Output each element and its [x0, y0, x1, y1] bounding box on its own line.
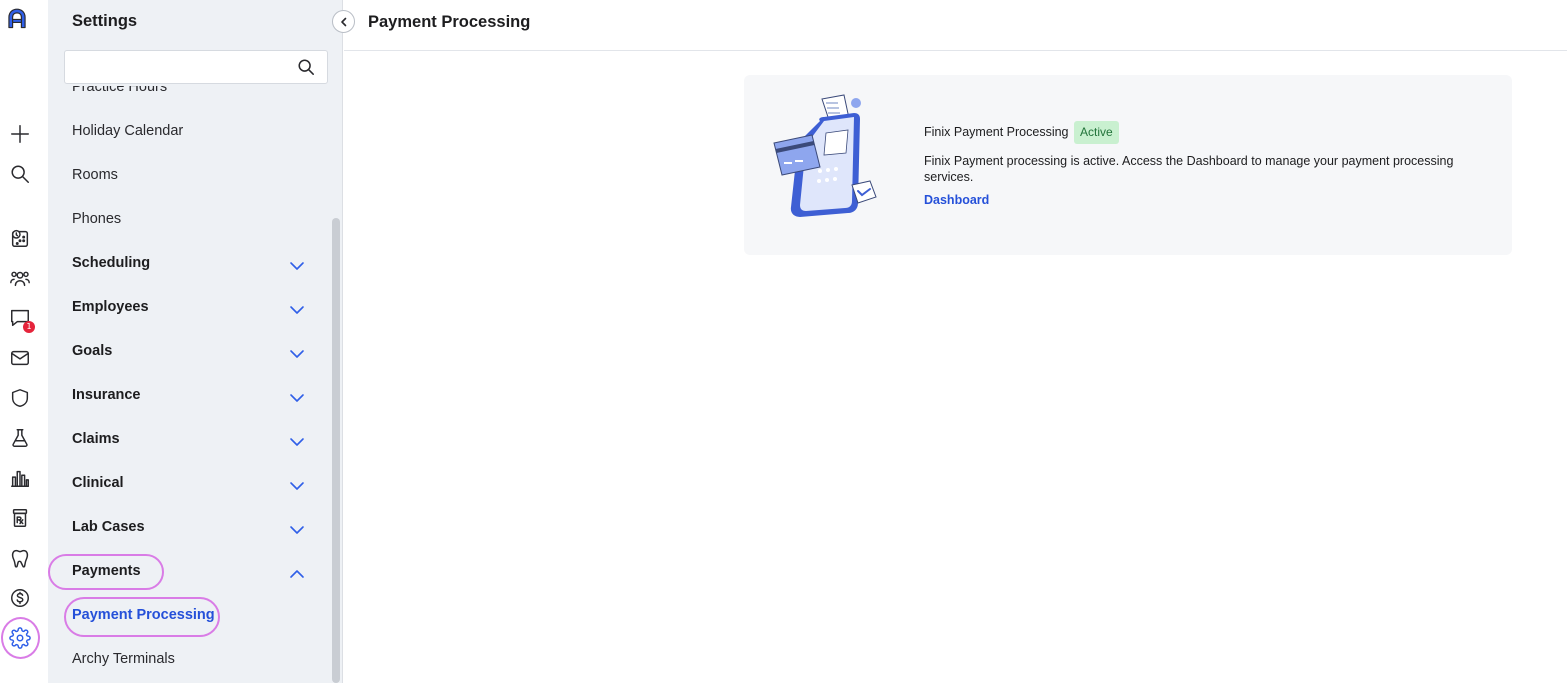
- messages-badge: 1: [23, 321, 35, 333]
- settings-search-input[interactable]: [75, 52, 295, 82]
- chevron-up-icon[interactable]: [289, 566, 305, 578]
- sidebar-scrollbar[interactable]: [332, 218, 340, 683]
- chevron-down-icon[interactable]: [289, 346, 305, 358]
- prescription-icon[interactable]: [8, 506, 32, 530]
- chevron-down-icon[interactable]: [289, 390, 305, 402]
- sidebar-item-rooms[interactable]: Rooms: [72, 167, 118, 183]
- sidebar-group-clinical[interactable]: Clinical: [72, 475, 124, 491]
- chevron-down-icon[interactable]: [289, 258, 305, 270]
- search-icon[interactable]: [297, 58, 317, 78]
- sidebar-item-archy-terminals[interactable]: Archy Terminals: [72, 651, 175, 667]
- schedule-icon[interactable]: [8, 226, 32, 250]
- billing-dollar-icon[interactable]: [8, 586, 32, 610]
- sidebar-group-lab-cases[interactable]: Lab Cases: [72, 519, 145, 535]
- search-icon[interactable]: [8, 162, 32, 186]
- sidebar-item-payment-processing[interactable]: Payment Processing: [72, 607, 215, 623]
- sidebar-group-goals[interactable]: Goals: [72, 343, 112, 359]
- processor-name: Finix Payment Processing: [924, 125, 1069, 139]
- settings-sidebar: Practice Hours Holiday Calendar Rooms Ph…: [48, 0, 343, 683]
- payment-processor-card: Finix Payment Processing Active Finix Pa…: [744, 75, 1512, 255]
- chevron-down-icon[interactable]: [289, 434, 305, 446]
- page-title: Payment Processing: [368, 13, 531, 31]
- chevron-down-icon[interactable]: [289, 522, 305, 534]
- sidebar-item-phones[interactable]: Phones: [72, 211, 121, 227]
- sidebar-title: Settings: [72, 12, 138, 30]
- chevron-left-icon: [340, 17, 346, 26]
- shield-icon[interactable]: [8, 386, 32, 410]
- sidebar-group-scheduling[interactable]: Scheduling: [72, 255, 150, 271]
- sidebar-group-claims[interactable]: Claims: [72, 431, 120, 447]
- chevron-down-icon[interactable]: [289, 478, 305, 490]
- collapse-sidebar-button[interactable]: [332, 10, 355, 33]
- plus-icon[interactable]: [8, 122, 32, 146]
- settings-menu: Practice Hours Holiday Calendar Rooms Ph…: [48, 0, 330, 683]
- sidebar-group-insurance[interactable]: Insurance: [72, 387, 141, 403]
- dashboard-link[interactable]: Dashboard: [924, 193, 989, 207]
- sidebar-item-holiday-calendar[interactable]: Holiday Calendar: [72, 123, 183, 139]
- sidebar-group-payments[interactable]: Payments: [72, 563, 141, 579]
- archy-logo[interactable]: [6, 7, 34, 37]
- search-gap: [48, 84, 330, 86]
- reports-chart-icon[interactable]: [8, 466, 32, 490]
- lab-flask-icon[interactable]: [8, 426, 32, 450]
- tooth-icon[interactable]: [8, 546, 32, 570]
- sidebar-group-employees[interactable]: Employees: [72, 299, 149, 315]
- settings-search: [64, 50, 328, 84]
- mail-icon[interactable]: [8, 346, 32, 370]
- patients-icon[interactable]: [8, 266, 32, 290]
- processor-description: Finix Payment processing is active. Acce…: [924, 154, 1454, 184]
- page-header: Payment Processing: [344, 0, 1567, 51]
- chevron-down-icon[interactable]: [289, 302, 305, 314]
- settings-highlight-ring: [1, 617, 40, 659]
- status-badge: Active: [1074, 121, 1119, 144]
- payment-terminal-illustration: [770, 93, 880, 221]
- app-nav-rail: 1: [0, 0, 48, 683]
